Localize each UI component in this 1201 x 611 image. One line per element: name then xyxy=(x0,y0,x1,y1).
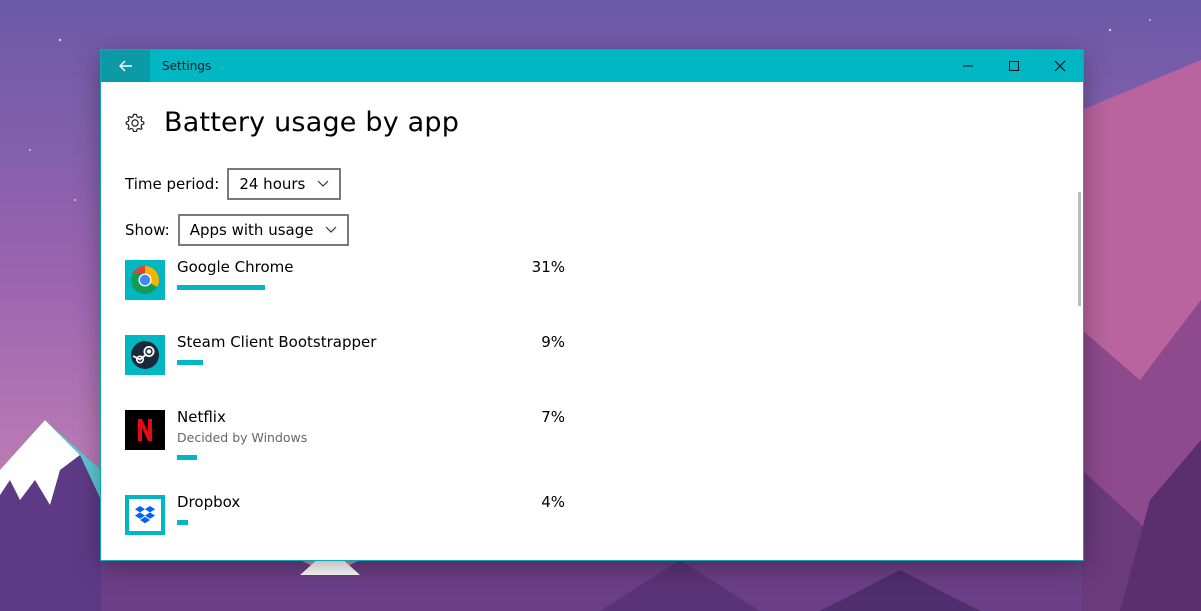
show-dropdown[interactable]: Apps with usage xyxy=(177,214,350,246)
steam-icon xyxy=(125,335,165,375)
back-arrow-icon xyxy=(118,60,132,72)
show-value: Apps with usage xyxy=(189,221,314,239)
chrome-icon xyxy=(125,260,165,300)
settings-content: Battery usage by app Time period: 24 hou… xyxy=(101,82,1083,560)
close-icon xyxy=(1054,60,1066,72)
app-subtitle: Decided by Windows xyxy=(177,430,308,445)
chevron-down-icon xyxy=(326,226,337,233)
time-period-row: Time period: 24 hours xyxy=(125,168,342,200)
show-label: Show: xyxy=(125,221,170,239)
minimize-icon xyxy=(963,65,973,67)
page-header: Battery usage by app xyxy=(124,107,459,138)
dropbox-icon xyxy=(125,495,165,535)
page-title: Battery usage by app xyxy=(164,107,460,138)
close-button[interactable] xyxy=(1037,50,1083,82)
app-percent: 4% xyxy=(541,493,565,511)
usage-bar xyxy=(177,285,265,290)
app-name: Google Chrome xyxy=(177,258,294,276)
app-percent: 9% xyxy=(541,333,565,351)
app-percent: 31% xyxy=(531,258,565,276)
maximize-button[interactable] xyxy=(991,50,1037,82)
app-name: Dropbox xyxy=(177,493,241,511)
back-button[interactable] xyxy=(101,50,150,82)
show-row: Show: Apps with usage xyxy=(125,214,350,246)
gear-icon xyxy=(125,113,145,132)
app-percent: 7% xyxy=(541,408,565,426)
time-period-value: 24 hours xyxy=(239,175,306,193)
chevron-down-icon xyxy=(317,180,329,187)
app-name: Netflix xyxy=(177,408,226,426)
settings-window: Settings Battery usage by app Time perio… xyxy=(101,50,1083,560)
usage-bar xyxy=(177,520,188,525)
maximize-icon xyxy=(1009,61,1019,71)
usage-bar xyxy=(177,455,197,460)
time-period-label: Time period: xyxy=(125,175,220,193)
netflix-icon xyxy=(125,410,165,450)
title-bar: Settings xyxy=(101,50,1083,82)
window-title: Settings xyxy=(162,59,212,73)
scrollbar[interactable] xyxy=(1078,192,1081,306)
app-name: Steam Client Bootstrapper xyxy=(177,333,377,351)
minimize-button[interactable] xyxy=(945,50,991,82)
time-period-dropdown[interactable]: 24 hours xyxy=(227,168,342,200)
usage-bar xyxy=(177,360,203,365)
